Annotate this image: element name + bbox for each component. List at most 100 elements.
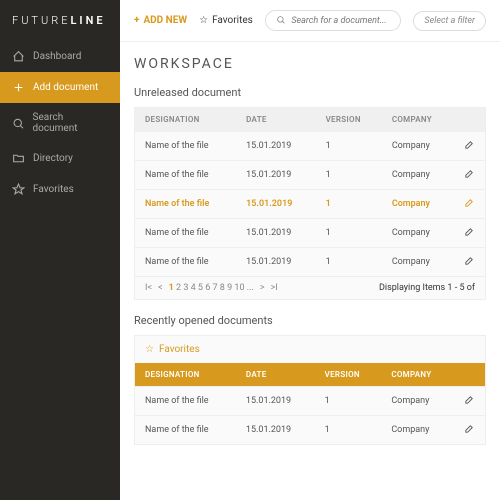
table-row[interactable]: Name of the file 15.01.2019 1 Company — [135, 132, 485, 161]
col-version[interactable]: VERSION — [316, 108, 382, 132]
pager-controls: I< < 1 2 3 4 5 6 7 8 9 10 ... > >I — [145, 283, 278, 293]
table-row[interactable]: Name of the file 15.01.2019 1 Company — [135, 190, 485, 219]
cell-name: Name of the file — [135, 132, 236, 161]
cell-company: Company — [382, 248, 454, 277]
cell-date: 15.01.2019 — [236, 387, 315, 416]
cell-version: 1 — [316, 248, 382, 277]
cell-company: Company — [382, 161, 454, 190]
pager-next-icon[interactable]: > — [260, 283, 265, 293]
sidebar-item-label: Directory — [33, 153, 73, 164]
cell-version: 1 — [315, 387, 382, 416]
star-icon: ☆ — [145, 344, 154, 355]
table-row[interactable]: Name of the file 15.01.2019 1 Company — [135, 219, 485, 248]
folder-icon — [12, 152, 25, 165]
add-new-button[interactable]: + ADD NEW — [134, 15, 187, 26]
table-row[interactable]: Name of the file 15.01.2019 1 Company — [135, 416, 485, 445]
plus-icon — [12, 81, 25, 94]
star-icon: ☆ — [199, 15, 208, 26]
pager-page[interactable]: 9 — [227, 283, 232, 293]
col-date[interactable]: DATE — [236, 363, 315, 387]
cell-date: 15.01.2019 — [236, 132, 315, 161]
col-company[interactable]: COMPANY — [381, 363, 454, 387]
pager-status: Displaying Items 1 - 5 of — [379, 283, 475, 293]
cell-name: Name of the file — [135, 248, 236, 277]
col-version[interactable]: VERSION — [315, 363, 382, 387]
pager-page[interactable]: ... — [247, 283, 254, 293]
cell-date: 15.01.2019 — [236, 161, 315, 190]
table-row[interactable]: Name of the file 15.01.2019 1 Company — [135, 248, 485, 277]
pager: I< < 1 2 3 4 5 6 7 8 9 10 ... > >I Displ… — [135, 276, 485, 299]
pager-prev-icon[interactable]: < — [158, 283, 163, 293]
favorites-header: ☆ Favorites — [135, 336, 485, 363]
section-title-recent: Recently opened documents — [134, 314, 486, 327]
cell-date: 15.01.2019 — [236, 219, 315, 248]
sidebar-item-label: Dashboard — [33, 51, 81, 62]
pager-page[interactable]: 5 — [198, 283, 203, 293]
unreleased-panel: DESIGNATION DATE VERSION COMPANY Name of… — [134, 107, 486, 300]
star-icon — [12, 183, 25, 196]
edit-icon[interactable] — [464, 197, 475, 208]
col-date[interactable]: DATE — [236, 108, 315, 132]
pager-page[interactable]: 2 — [176, 283, 181, 293]
pager-page[interactable]: 7 — [213, 283, 218, 293]
brand-logo: FUTURELINE — [0, 0, 120, 41]
sidebar-item-label: Search document — [33, 112, 108, 134]
cell-version: 1 — [316, 132, 382, 161]
edit-icon[interactable] — [464, 255, 475, 266]
cell-company: Company — [382, 219, 454, 248]
recent-panel: ☆ Favorites DESIGNATION DATE VERSION COM… — [134, 335, 486, 445]
sidebar-item-dashboard[interactable]: Dashboard — [0, 41, 120, 72]
cell-name: Name of the file — [135, 416, 236, 445]
cell-version: 1 — [316, 161, 382, 190]
recent-table: DESIGNATION DATE VERSION COMPANY Name of… — [135, 363, 485, 444]
sidebar-item-favorites[interactable]: Favorites — [0, 174, 120, 205]
cell-version: 1 — [316, 190, 382, 219]
search-box[interactable] — [265, 10, 402, 31]
sidebar-item-directory[interactable]: Directory — [0, 143, 120, 174]
cell-name: Name of the file — [135, 161, 236, 190]
pager-page[interactable]: 4 — [191, 283, 196, 293]
favorites-link[interactable]: ☆ Favorites — [199, 15, 253, 26]
sidebar-item-search-document[interactable]: Search document — [0, 103, 120, 143]
topbar: + ADD NEW ☆ Favorites Select a filter — [120, 0, 500, 42]
unreleased-table: DESIGNATION DATE VERSION COMPANY Name of… — [135, 108, 485, 276]
pager-page[interactable]: 3 — [183, 283, 188, 293]
cell-date: 15.01.2019 — [236, 190, 315, 219]
cell-company: Company — [382, 132, 454, 161]
edit-icon[interactable] — [464, 168, 475, 179]
page-title: WORKSPACE — [134, 56, 486, 72]
pager-page[interactable]: 8 — [220, 283, 225, 293]
search-input[interactable] — [291, 16, 390, 26]
search-icon — [276, 15, 286, 26]
col-designation[interactable]: DESIGNATION — [135, 108, 236, 132]
pager-page[interactable]: 1 — [169, 283, 174, 293]
cell-name: Name of the file — [135, 219, 236, 248]
edit-icon[interactable] — [464, 139, 475, 150]
sidebar: FUTURELINE Dashboard Add document Search… — [0, 0, 120, 500]
filter-select[interactable]: Select a filter — [413, 11, 486, 31]
section-title-unreleased: Unreleased document — [134, 86, 486, 99]
home-icon — [12, 50, 25, 63]
table-row[interactable]: Name of the file 15.01.2019 1 Company — [135, 387, 485, 416]
col-designation[interactable]: DESIGNATION — [135, 363, 236, 387]
table-row[interactable]: Name of the file 15.01.2019 1 Company — [135, 161, 485, 190]
cell-company: Company — [381, 416, 454, 445]
edit-icon[interactable] — [464, 226, 475, 237]
main: + ADD NEW ☆ Favorites Select a filter WO… — [120, 0, 500, 500]
cell-name: Name of the file — [135, 190, 236, 219]
sidebar-item-label: Favorites — [33, 184, 74, 195]
edit-icon[interactable] — [464, 394, 475, 405]
pager-page[interactable]: 6 — [205, 283, 210, 293]
pager-first-icon[interactable]: I< — [145, 283, 152, 293]
cell-date: 15.01.2019 — [236, 248, 315, 277]
edit-icon[interactable] — [464, 423, 475, 434]
sidebar-item-add-document[interactable]: Add document — [0, 72, 120, 103]
cell-version: 1 — [316, 219, 382, 248]
pager-page[interactable]: 10 — [234, 283, 244, 293]
col-company[interactable]: COMPANY — [382, 108, 454, 132]
pager-last-icon[interactable]: >I — [271, 283, 278, 293]
search-icon — [12, 117, 25, 130]
sidebar-item-label: Add document — [33, 82, 98, 93]
cell-name: Name of the file — [135, 387, 236, 416]
cell-version: 1 — [315, 416, 382, 445]
